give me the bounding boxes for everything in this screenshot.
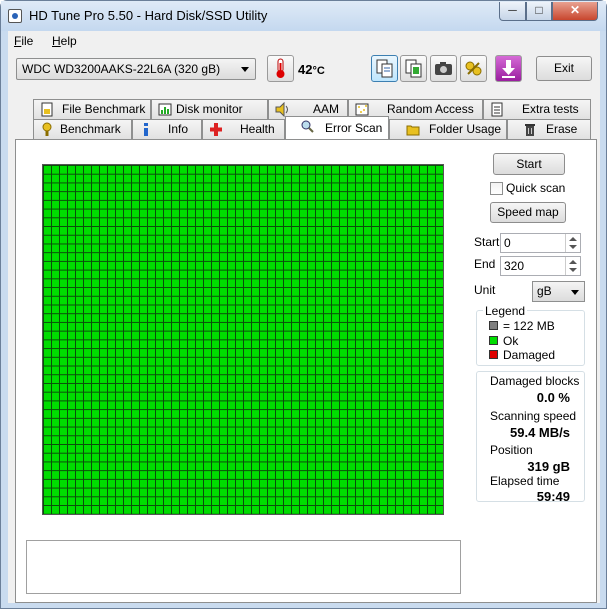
download-arrow-icon (502, 60, 515, 78)
menu-bar: File Help (8, 31, 600, 51)
trash-icon (525, 124, 535, 136)
client-area: File Help WDC WD3200AAKS-22L6A (320 gB) … (8, 31, 600, 603)
end-field-label: End (474, 257, 496, 271)
extra-tests-icon (491, 102, 503, 117)
tab-label: Folder Usage (429, 122, 502, 136)
tab-erase[interactable]: Erase (507, 119, 591, 139)
temperature-button[interactable] (267, 55, 294, 82)
tab-label: Extra tests (522, 102, 579, 116)
copy-icon (376, 59, 393, 78)
copy-text-button[interactable] (371, 55, 398, 82)
elapsed-time-value: 59:49 (536, 489, 570, 504)
position-value: 319 gB (527, 459, 570, 474)
damaged-blocks-value: 0.0 % (536, 390, 570, 405)
benchmark-icon (42, 122, 52, 136)
legend-block-swatch (489, 321, 498, 330)
temperature-unit: °C (312, 65, 325, 77)
start-field[interactable]: 0 (500, 233, 581, 253)
tab-label: Benchmark (60, 122, 121, 136)
legend-ok-swatch (489, 336, 498, 345)
legend-ok-label: Ok (503, 334, 519, 348)
minimize-button[interactable]: ─ (499, 2, 526, 21)
scanning-speed-label: Scanning speed (490, 409, 577, 423)
wrench-icon (465, 61, 482, 76)
unit-select[interactable]: gB (532, 281, 585, 302)
screenshot-button[interactable] (430, 55, 457, 82)
health-cross-icon (210, 123, 222, 136)
folder-icon (406, 125, 420, 136)
tab-extra-tests[interactable]: Extra tests (483, 99, 591, 119)
legend-damaged-swatch (489, 350, 498, 359)
random-access-icon (355, 103, 369, 116)
tab-disk-monitor[interactable]: Disk monitor (151, 99, 268, 119)
quick-scan-label[interactable]: Quick scan (506, 181, 565, 195)
speaker-icon (275, 102, 288, 117)
save-button[interactable] (495, 55, 522, 82)
file-benchmark-icon (41, 102, 53, 117)
tab-label: Error Scan (325, 121, 383, 135)
tab-file-benchmark[interactable]: File Benchmark (33, 99, 151, 119)
tab-label: Random Access (387, 102, 474, 116)
tab-benchmark[interactable]: Benchmark (33, 119, 132, 139)
error-scan-panel: Start Quick scan Speed map Start 0 End 3… (15, 139, 597, 603)
tab-info[interactable]: Info (132, 119, 202, 139)
options-button[interactable] (460, 55, 487, 82)
thermometer-icon (276, 58, 285, 78)
legend-title: Legend (483, 304, 528, 318)
tab-label: Health (240, 122, 275, 136)
end-field-value: 320 (504, 259, 525, 273)
camera-icon (435, 62, 452, 75)
speed-map-button[interactable]: Speed map (490, 202, 566, 223)
damaged-blocks-label: Damaged blocks (490, 374, 580, 388)
scanning-speed-value: 59.4 MB/s (510, 425, 570, 440)
start-field-label: Start (474, 235, 500, 249)
tab-label: File Benchmark (62, 102, 146, 116)
end-field[interactable]: 320 (500, 256, 581, 276)
tab-label: Disk monitor (176, 102, 243, 116)
quick-scan-checkbox[interactable] (490, 182, 503, 195)
tab-health[interactable]: Health (202, 119, 285, 139)
temperature-readout: 42°C (298, 62, 325, 77)
menu-help[interactable]: Help (52, 34, 77, 48)
maximize-button[interactable]: □ (526, 2, 552, 21)
exit-button[interactable]: Exit (536, 56, 592, 81)
toolbar: WDC WD3200AAKS-22L6A (320 gB) 42°C Exit (8, 53, 600, 89)
elapsed-time-label: Elapsed time (490, 474, 560, 488)
copy-all-button[interactable] (400, 55, 427, 82)
chevron-down-icon (571, 290, 579, 295)
start-field-value: 0 (504, 236, 511, 250)
copy-all-icon (405, 59, 422, 78)
drive-select[interactable]: WDC WD3200AAKS-22L6A (320 gB) (16, 58, 256, 80)
chevron-down-icon (241, 67, 249, 72)
app-window: HD Tune Pro 5.50 - Hard Disk/SSD Utility… (0, 0, 607, 609)
drive-select-value: WDC WD3200AAKS-22L6A (320 gB) (22, 62, 221, 76)
start-button[interactable]: Start (493, 153, 565, 175)
unit-label: Unit (474, 283, 496, 297)
magnifier-icon (301, 120, 314, 133)
legend-damaged-label: Damaged (503, 348, 556, 362)
tab-error-scan[interactable]: Error Scan (285, 116, 389, 139)
disk-monitor-icon (158, 103, 172, 116)
app-icon (8, 9, 22, 23)
legend-block-size: = 122 MB (503, 319, 555, 333)
position-label: Position (490, 443, 533, 457)
close-button[interactable]: ✕ (552, 2, 598, 21)
window-title: HD Tune Pro 5.50 - Hard Disk/SSD Utility (29, 8, 268, 23)
tab-label: Info (168, 122, 189, 136)
temperature-value: 42 (298, 62, 313, 77)
spin-arrows-icon[interactable] (565, 257, 580, 275)
unit-value: gB (537, 284, 552, 298)
log-output (26, 540, 461, 594)
title-bar[interactable]: HD Tune Pro 5.50 - Hard Disk/SSD Utility… (1, 1, 606, 31)
tab-label: Erase (546, 122, 578, 136)
info-icon (144, 123, 148, 136)
tab-folder-usage[interactable]: Folder Usage (389, 119, 507, 139)
spin-arrows-icon[interactable] (565, 234, 580, 252)
scan-block-map (42, 164, 444, 515)
menu-file[interactable]: File (14, 34, 33, 48)
